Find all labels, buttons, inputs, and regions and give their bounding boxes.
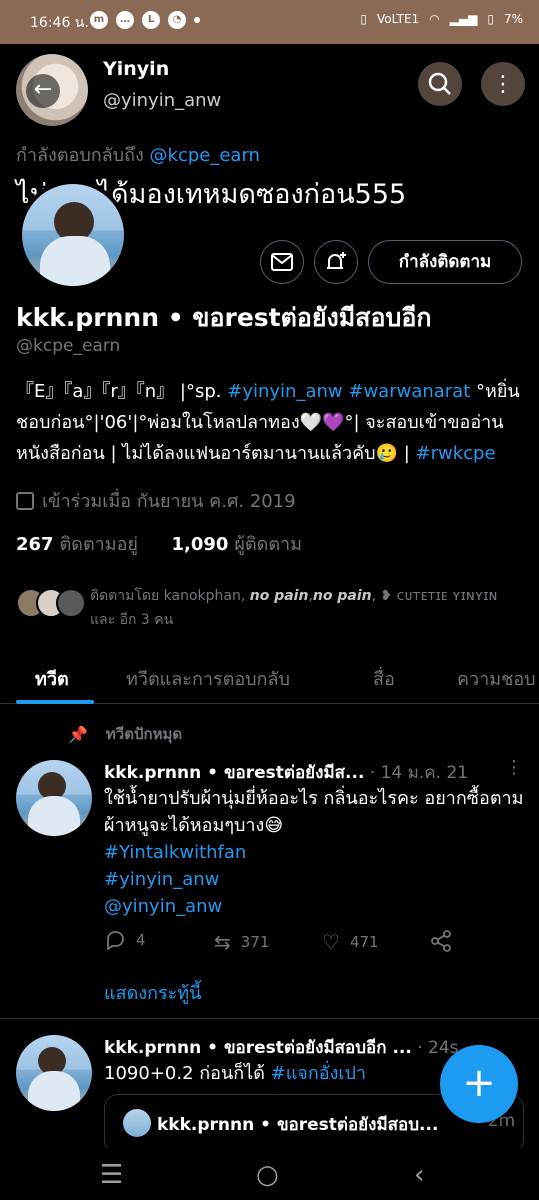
tweet-author[interactable]: kkk.prnnn • ขอrestต่อยังมีสอบอีก ... [104, 1038, 412, 1058]
following-label: ติดตามอยู่ [59, 534, 138, 555]
tab-media[interactable]: สื่อ [373, 664, 395, 693]
tweet-time: · 14 ม.ค. 21 [364, 763, 469, 783]
share-icon [431, 930, 451, 952]
header-handle: @yinyin_anw [103, 90, 222, 111]
status-right: ▯ VoLTE1 ◠ ▂▄▆ ▯ 7% [360, 12, 523, 26]
profile-bio: 『E』『a』『r』『n』 |°sp. #yinyin_anw #warwanar… [16, 376, 526, 469]
tweet-more-icon[interactable]: ⋮ [505, 757, 523, 778]
followers-link[interactable]: 1,090 ผู้ติดตาม [171, 534, 302, 555]
followed-by-text: ติดตามโดย kanokphan, no pain,no pain, ❥ … [90, 588, 498, 628]
tweet-hashtag-yinyin[interactable]: #yinyin_anw [104, 866, 524, 893]
tweet-hashtag-angpao[interactable]: #แจกอั่งเปา [271, 1063, 366, 1084]
heart-icon: ♡ [322, 930, 340, 954]
chat-icon: … [116, 11, 134, 29]
followers-label: ผู้ติดตาม [234, 534, 302, 555]
quote-avatar [123, 1109, 151, 1137]
arrow-left-icon: ← [26, 74, 60, 108]
quote-author: kkk.prnnn • ขอrestต่อยังมีสอบ... [157, 1115, 439, 1135]
notify-button[interactable] [314, 240, 358, 284]
pin-icon: 📌 [68, 724, 88, 744]
tweet-header: kkk.prnnn • ขอrestต่อยังมีสอบอีก ... · 2… [104, 1034, 504, 1061]
follower-avatar [56, 588, 86, 618]
following-button[interactable]: กำลังติดตาม [368, 240, 522, 284]
retweet-icon: ⇆ [214, 930, 231, 954]
reply-icon [107, 931, 124, 950]
reply-button[interactable]: 4 [104, 930, 146, 950]
back-nav-icon[interactable]: ‹ [414, 1160, 424, 1190]
reply-count: 4 [136, 931, 146, 949]
show-thread-link[interactable]: แสดงกระทู้นี้ [104, 978, 201, 1007]
more-options-button[interactable]: ⋮ [481, 62, 525, 106]
reply-mention-link[interactable]: @kcpe_earn [150, 145, 260, 166]
active-tab-indicator [16, 700, 94, 704]
vibrate-icon: ▯ [360, 12, 367, 26]
top-header: ← Yinyin @yinyin_anw ⋮ [0, 44, 539, 134]
tab-likes[interactable]: ความชอบ [457, 664, 536, 693]
tweet-divider [0, 1018, 539, 1019]
battery-icon: ▯ [487, 12, 494, 26]
followers-count: 1,090 [171, 534, 229, 555]
plus-icon: + [462, 1060, 496, 1106]
tweet-text: ใช้น้ำยาปรับผ้านุ่มยี่ห้ออะไร กลิ่นอะไรค… [104, 788, 524, 836]
like-count: 471 [349, 933, 379, 951]
bell-plus-icon [327, 252, 346, 269]
like-button[interactable]: ♡ 471 [322, 930, 379, 954]
network-label: VoLTE1 [376, 12, 420, 26]
bio-text-1: 『E』『a』『r』『n』 |°sp. [16, 381, 228, 402]
following-link[interactable]: 267 ติดตามอยู่ [16, 534, 138, 555]
tweet-body[interactable]: ใช้น้ำยาปรับผ้านุ่มยี่ห้ออะไร กลิ่นอะไรค… [104, 785, 524, 920]
share-button[interactable] [430, 930, 452, 952]
more-vertical-icon: ⋮ [492, 71, 514, 97]
header-name: Yinyin [103, 58, 170, 80]
messenger-icon: m [90, 11, 108, 29]
tweet-mention[interactable]: @yinyin_anw [104, 893, 524, 920]
tweet-avatar[interactable] [16, 1035, 92, 1111]
bio-hashtag-warwanarat[interactable]: #warwanarat [348, 381, 470, 402]
bio-hashtag-rwkcpe[interactable]: #rwkcpe [416, 443, 496, 464]
profile-handle: @kcpe_earn [16, 336, 121, 356]
profile-tabs: ทวีต ทวีตและการตอบกลับ สื่อ ความชอบ [0, 652, 539, 704]
recent-apps-icon[interactable]: ☰ [100, 1160, 123, 1190]
profile-avatar[interactable] [18, 180, 128, 290]
message-button[interactable] [260, 240, 304, 284]
system-nav-bar: ☰ ○ ‹ [0, 1148, 539, 1200]
search-icon [428, 72, 451, 95]
retweet-button[interactable]: ⇆ 371 [214, 930, 269, 954]
reply-context: กำลังตอบกลับถึง @kcpe_earn [16, 140, 260, 169]
tab-tweets[interactable]: ทวีต [35, 664, 69, 693]
followed-by-section[interactable]: ติดตามโดย kanokphan, no pain,no pain, ❥ … [16, 584, 526, 634]
tweet-hashtag-yintalk[interactable]: #Yintalkwithfan [104, 839, 524, 866]
envelope-icon [271, 253, 293, 271]
compose-tweet-button[interactable]: + [440, 1045, 518, 1123]
line-icon: L [142, 11, 160, 29]
status-bar: 16:46 น. m … L ◔ ▯ VoLTE1 ◠ ▂▄▆ ▯ 7% [0, 0, 539, 44]
bio-hashtag-yinyin[interactable]: #yinyin_anw [227, 381, 342, 402]
tweet-text: 1090+0.2 ก่อนก็ได้ [104, 1063, 271, 1084]
joined-text: เข้าร่วมเมื่อ กันยายน ค.ศ. 2019 [42, 491, 296, 512]
retweet-count: 371 [240, 933, 270, 951]
pinned-text: ทวีตปักหมุด [105, 725, 183, 743]
battery-level: 7% [503, 12, 523, 26]
signal-icon: ▂▄▆ [449, 12, 478, 26]
wifi-icon: ◠ [429, 12, 440, 26]
back-button[interactable]: ← [16, 54, 88, 126]
speed-icon: ◔ [168, 11, 186, 29]
tweet-actions: 4 ⇆ 371 ♡ 471 [104, 930, 524, 958]
calendar-icon [16, 491, 34, 510]
home-icon[interactable]: ○ [256, 1160, 279, 1190]
notification-icons: m … L ◔ [90, 11, 200, 29]
following-count: 267 [16, 534, 54, 555]
profile-name: kkk.prnnn • ขอrestต่อยังมีสอบอีก [16, 303, 432, 332]
tweet-author[interactable]: kkk.prnnn • ขอrestต่อยังมีส... [104, 763, 364, 783]
status-time: 16:46 น. [30, 15, 89, 31]
dot-icon [194, 17, 200, 23]
follow-counts: 267 ติดตามอยู่ 1,090 ผู้ติดตาม [16, 529, 302, 558]
reply-prefix: กำลังตอบกลับถึง [16, 145, 144, 166]
pinned-label: 📌 ทวีตปักหมุด [68, 722, 182, 746]
joined-date: เข้าร่วมเมื่อ กันยายน ค.ศ. 2019 [16, 486, 296, 515]
tweet-avatar[interactable] [16, 760, 92, 836]
search-button[interactable] [418, 62, 462, 106]
tweet-header: kkk.prnnn • ขอrestต่อยังมีส... · 14 ม.ค.… [104, 759, 504, 786]
tab-tweets-replies[interactable]: ทวีตและการตอบกลับ [126, 664, 290, 693]
